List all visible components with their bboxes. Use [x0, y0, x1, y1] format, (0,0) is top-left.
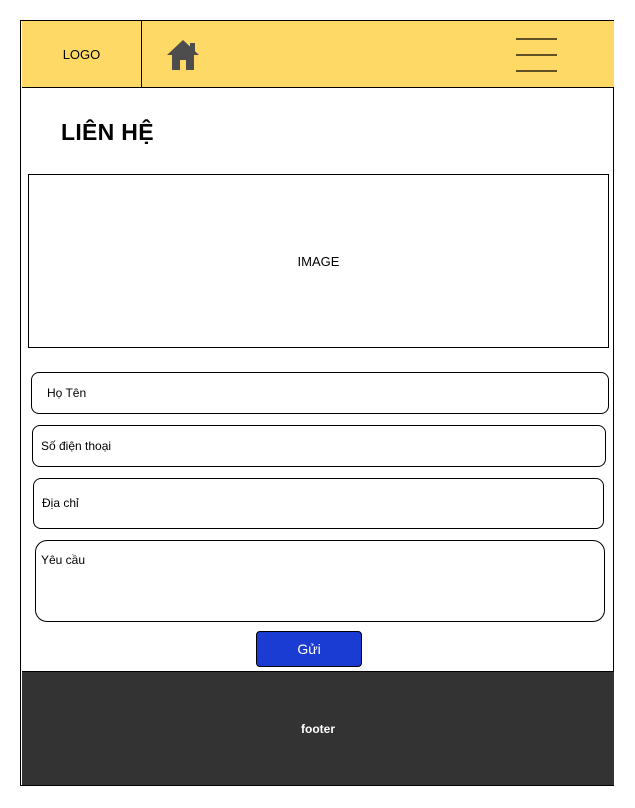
name-field[interactable]: Họ Tên — [31, 372, 609, 414]
name-placeholder: Họ Tên — [47, 386, 87, 400]
image-placeholder: IMAGE — [28, 174, 609, 348]
address-placeholder: Địa chỉ — [42, 496, 79, 510]
site-header: LOGO — [22, 20, 614, 88]
address-field[interactable]: Địa chỉ — [33, 478, 604, 529]
page-title: LIÊN HỆ — [61, 119, 154, 145]
phone-placeholder: Số điện thoại — [41, 439, 112, 453]
phone-field[interactable]: Số điện thoại — [32, 425, 606, 467]
hamburger-menu-icon[interactable] — [516, 37, 557, 73]
image-placeholder-label: IMAGE — [297, 253, 340, 269]
site-footer: footer — [22, 671, 614, 785]
logo[interactable]: LOGO — [22, 21, 142, 88]
request-placeholder: Yêu cầu — [41, 553, 86, 567]
footer-label: footer — [301, 721, 335, 736]
home-icon[interactable] — [165, 38, 201, 72]
submit-button[interactable]: Gửi — [256, 631, 362, 667]
request-textarea[interactable]: Yêu cầu — [35, 540, 605, 622]
